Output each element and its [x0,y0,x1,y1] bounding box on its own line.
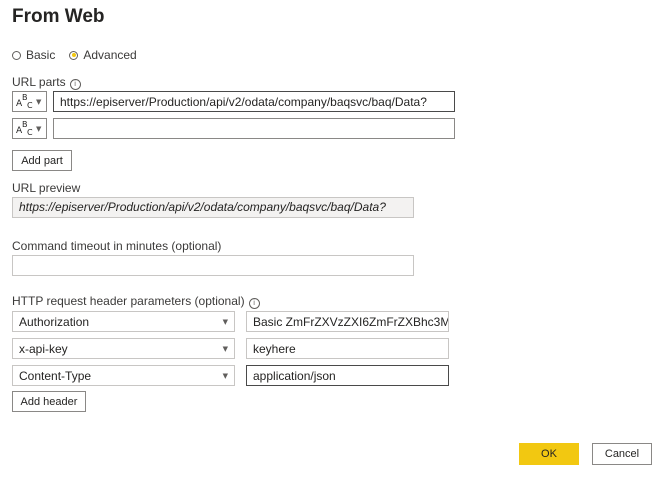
basic-radio[interactable]: Basic [12,48,55,62]
header-name-value: x-api-key [19,341,68,356]
header-name-value: Content-Type [19,368,92,383]
ok-button[interactable]: OK [519,443,579,465]
chevron-down-icon: ▼ [222,317,228,326]
dialog-title: From Web [12,6,105,27]
url-parts-label: URL parts [12,75,66,89]
chevron-down-icon: ▼ [36,97,42,106]
basic-radio-label: Basic [26,48,56,62]
timeout-input[interactable] [12,255,414,276]
header-name-value: Authorization [19,314,90,329]
http-headers-heading: HTTP request header parameters (optional… [12,294,260,309]
header-name-select-3[interactable]: Content-Type ▼ [12,365,235,386]
info-icon[interactable]: i [69,79,81,90]
add-part-button[interactable]: Add part [12,150,72,171]
header-name-select-1[interactable]: Authorization ▼ [12,311,235,332]
url-part-1-type-button[interactable]: ABC ▼ [12,91,47,112]
cancel-button[interactable]: Cancel [592,443,652,465]
http-headers-label: HTTP request header parameters (optional… [12,294,245,308]
url-part-2-type-button[interactable]: ABC ▼ [12,118,47,139]
url-preview-label: URL preview [12,181,81,195]
add-header-button[interactable]: Add header [12,391,86,412]
timeout-label: Command timeout in minutes (optional) [12,239,222,253]
header-value-input-2[interactable]: keyhere [246,338,449,359]
abc-text-icon: ABC [16,92,33,110]
mode-radio-group: Basic Advanced [12,48,151,62]
chevron-down-icon: ▼ [222,371,228,380]
url-part-1-input[interactable]: https://episerver/Production/api/v2/odat… [53,91,455,112]
abc-text-icon: ABC [16,119,33,137]
header-value-input-3[interactable]: application/json [246,365,449,386]
header-name-select-2[interactable]: x-api-key ▼ [12,338,235,359]
advanced-radio-label: Advanced [83,48,137,62]
radio-checked-icon [69,50,79,60]
url-preview-field: https://episerver/Production/api/v2/odat… [12,197,414,218]
chevron-down-icon: ▼ [222,344,228,353]
url-part-2-input[interactable] [53,118,455,139]
radio-unchecked-icon [12,50,21,60]
header-value-input-1[interactable]: Basic ZmFrZXVzZXI6ZmFrZXBhc3M= [246,311,449,332]
chevron-down-icon: ▼ [36,124,42,133]
url-parts-heading: URL parts i [12,75,81,90]
info-icon[interactable]: i [248,298,260,309]
advanced-radio[interactable]: Advanced [69,48,137,62]
